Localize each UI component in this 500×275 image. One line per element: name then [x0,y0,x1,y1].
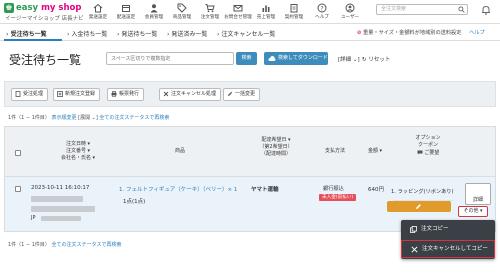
box-icon [122,5,130,12]
column-delivery-date[interactable]: 配達希望日 ▾ （第2希望日） （配達時間） [253,137,299,158]
select-all-checkbox[interactable] [15,150,21,156]
chart-icon [262,5,270,12]
house-icon [93,3,103,13]
product-name-link[interactable]: 1. フェルトフィギュア（ケーキ）（ベリー）× 1 [119,185,237,193]
shop-name: イージーマイショップ 店長ナビ [5,16,84,22]
nav-item-sales[interactable]: 売上管理 [252,1,280,23]
nav-item-shipping-settings[interactable]: 発送設定 [84,1,112,23]
nav-item-user[interactable]: ユーザー [336,1,364,23]
nav-item-members[interactable]: 会員管理 [140,1,168,23]
column-option: オプション クーポン ご要望 [409,135,447,157]
cancel-order-button[interactable]: 注文キャンセル処理 [159,88,222,101]
tab-shipped[interactable]: › 発送済み一覧 [167,29,207,38]
search-button[interactable]: 検索 [236,52,257,65]
more-actions-menu: 注文コピー 注文キャンセルしてコピー [401,220,495,259]
new-order-button[interactable]: 新規注文登録 [53,88,101,101]
cancel-icon [163,91,169,97]
nav-item-products[interactable]: 商品管理 [168,1,196,23]
copy-icon [410,226,417,233]
customer-name-redacted [31,206,95,212]
warning-icon: ⊘ [357,30,362,36]
order-amount: 640円 [368,187,384,193]
search-icon[interactable] [458,6,465,13]
print-documents-button[interactable]: 帳票発行 [107,88,145,101]
person-icon [150,4,158,13]
column-product: 商品 [174,148,185,154]
all-status-search-link[interactable]: 全ての注文ステータスで再検索 [99,115,169,121]
tab-awaiting-payment[interactable]: › 入金待ち一覧 [67,29,107,38]
carrier-name: ヤマト運輸 [251,187,279,193]
comment-icon [417,150,423,155]
nav-item-help[interactable]: ? ヘルプ [308,1,336,23]
logo-text: easy my shop [16,3,82,13]
pencil-icon [416,204,421,209]
search-download-button[interactable]: 検索してダウンロード [264,52,328,65]
cancel-copy-icon [411,246,418,253]
address-redacted [41,216,81,221]
tab-awaiting-shipment[interactable]: › 発送待ち一覧 [117,29,157,38]
tag-icon [177,3,187,13]
reset-link[interactable]: ↻ リセット [362,55,390,63]
pagination-bottom: 1件（1 − 1件目） 全ての注文ステータスで再検索 [8,242,122,248]
print-icon [111,91,117,97]
tab-awaiting-acceptance[interactable]: › 受注待ち一覧 [6,29,47,38]
cloud-download-icon [268,56,276,61]
nav-item-inquiries[interactable]: お問合せ管理 [224,1,252,23]
cart-icon [205,4,215,13]
global-header: ♚ easy my shop イージーマイショップ 店長ナビ 発送設定 配送設定… [0,0,500,24]
menu-item-copy-order[interactable]: 注文コピー [401,221,495,239]
bell-icon[interactable] [480,4,492,16]
bulk-edit-button[interactable]: 一括変更 [223,88,261,101]
action-toolbar: 受注処理 新規注文登録 帳票発行 注文キャンセル処理 一括変更 [4,81,496,107]
payment-method: 銀行振込 [323,186,344,192]
question-icon: ? [317,3,327,13]
column-payment: 支払方法 [324,148,345,154]
accept-orders-button[interactable]: 受注処理 [11,88,49,101]
pagination-top: 1件（1 − 1件目） 表示順変更 [展開 ⌄] 全ての注文ステータスで再検索 [8,115,170,121]
edit-order-button[interactable] [387,201,451,212]
active-tab-indicator [4,39,62,41]
help-link[interactable]: ヘルプ [469,30,485,36]
order-search-input[interactable] [106,52,234,65]
logo[interactable]: ♚ easy my shop [4,3,81,13]
row-checkbox[interactable] [15,186,21,192]
order-detail-button[interactable]: 詳細 [465,183,491,205]
column-order[interactable]: 注文日時 ▾ 注文番号 ▾ 会社名・氏名 ▾ [53,141,103,162]
order-datetime: 2023-10-11 16:10:17 [31,185,90,191]
all-status-search-link-bottom[interactable]: 全ての注文ステータスで再検索 [52,242,122,248]
country-code: JP [31,215,36,221]
nav-item-orders[interactable]: 注文管理 [196,1,224,23]
edit-icon [228,91,233,96]
mail-icon [233,5,243,12]
nav-item-delivery-settings[interactable]: 配送設定 [112,1,140,23]
page-title: 受注待ち一覧 [9,53,82,67]
logo-mark: ♚ [4,3,14,13]
shipping-notice[interactable]: ⊘ 重量・サイズ・金額料が地域別の送料設定 ヘルプ [357,29,485,36]
orders-table-header: 注文日時 ▾ 注文番号 ▾ 会社名・氏名 ▾ 商品 配達希望日 ▾ （第2希望日… [4,126,496,177]
expand-toggle[interactable]: [展開 ⌄] [78,115,98,121]
user-icon [345,3,355,13]
order-number-redacted[interactable] [31,196,83,202]
global-search-input[interactable]: 全注文検索 [376,4,468,15]
menu-item-cancel-and-copy[interactable]: 注文キャンセルしてコピー [401,240,495,258]
more-actions-button[interactable]: その他 ▾ [458,206,488,217]
sort-order-link[interactable]: 表示順変更 [52,115,77,121]
payment-status-badge: 未入金(前払い) [319,194,357,201]
product-quantity: 1点(1点) [123,199,146,205]
order-status-tabs: › 受注待ち一覧 › 入金待ち一覧 › 発送待ち一覧 › 発送済み一覧 › 注文… [0,25,500,41]
tab-cancelled[interactable]: › 注文キャンセル一覧 [217,29,275,38]
plus-document-icon [57,91,63,97]
option-item: 1. ラッピング(リボンあり) [391,189,454,195]
document-icon [15,91,21,97]
request-badge: ご要望 [409,150,447,157]
clipboard-icon [290,4,298,13]
column-amount[interactable]: 金額 ▾ [363,148,387,155]
advanced-search-toggle[interactable]: [詳細 ⌄] [338,55,360,63]
svg-text:?: ? [320,5,323,12]
nav-item-contracts[interactable]: 契約管理 [280,1,308,23]
